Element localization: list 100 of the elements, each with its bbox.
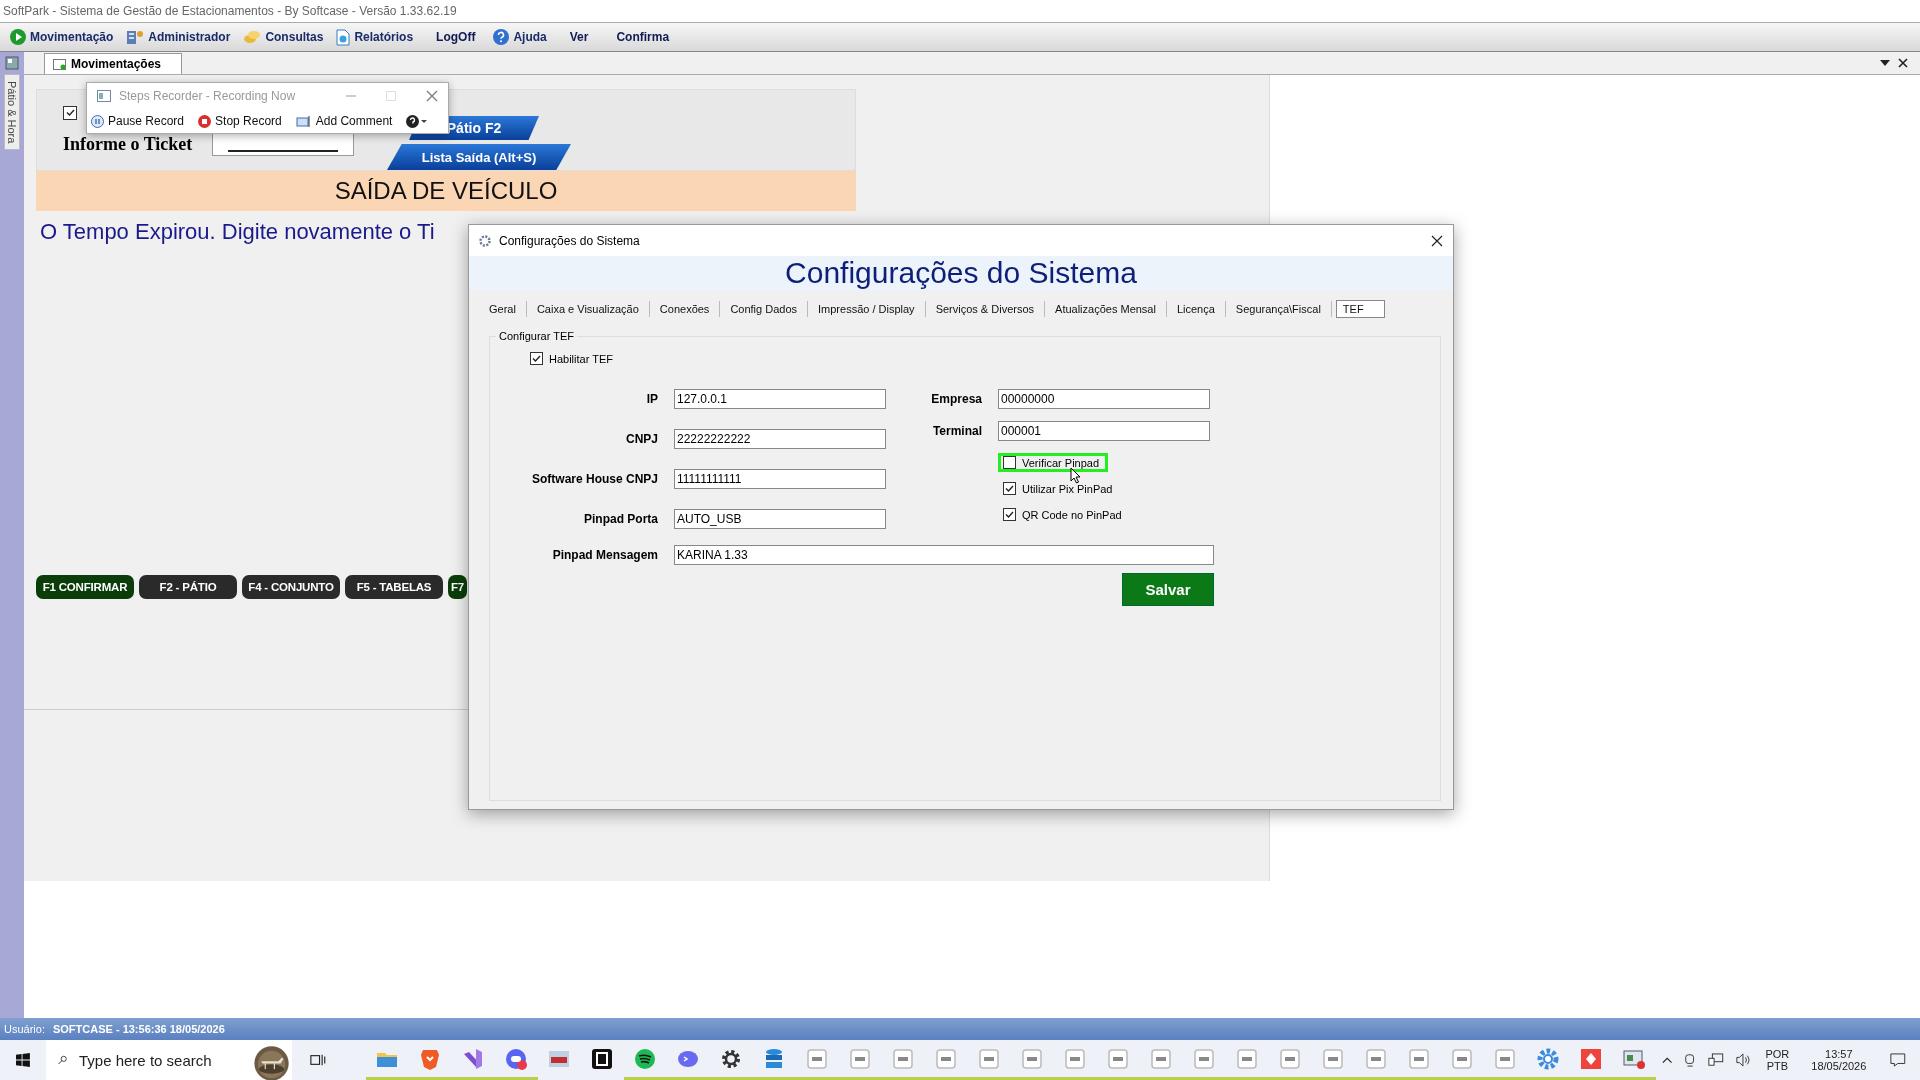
app-tile-icon [977,1046,1002,1071]
tab[interactable]: Atualizações Mensal [1045,301,1167,317]
grid-icon [5,56,19,70]
coins-icon [243,29,262,45]
text-field[interactable]: 00000000 [998,389,1210,409]
cursor-icon [1070,467,1081,484]
tab[interactable]: Segurança\Fiscal [1225,301,1332,317]
checkbox-label[interactable]: Utilizar Pix PinPad [1022,482,1113,495]
app-tile-icon [1149,1046,1174,1071]
function-key-button[interactable]: F1 CONFIRMAR [36,575,134,599]
recorder-button[interactable]: Add Comment [295,114,393,128]
field-label: CNPJ [625,432,658,446]
checkbox[interactable] [1003,508,1016,521]
exit-list-button[interactable]: Lista Saída (Alt+S) [387,144,571,170]
user-label: Usuário: [4,1023,45,1035]
search-box[interactable]: Type here to search [45,1040,293,1080]
ticket-label: Informe o Ticket [63,133,193,155]
window-title: SoftPark - Sistema de Gestão de Estacionamentos - By Softcase - Versão 1.33.62.19 [3,4,457,18]
function-key-button[interactable]: F4 - CONJUNTO [242,575,340,599]
text-field[interactable]: KARINA 1.33 [674,545,1214,565]
app-tile-icon [1364,1046,1389,1071]
user-info: SOFTCASE - 13:56:36 18/05/2026 [52,1023,225,1035]
start-icon[interactable] [16,1052,30,1068]
checkbox-label[interactable]: Verificar Pinpad [1022,456,1100,469]
task-view-icon[interactable] [310,1052,326,1068]
menu-item[interactable]: LogOff [426,28,490,46]
help-icon[interactable] [406,114,429,128]
recorder-button[interactable]: Pause Record [91,114,185,128]
group-title: Configurar TEF [498,330,575,342]
banner: SAÍDA DE VEÍCULO [36,171,856,211]
tab[interactable]: Impressão / Display [808,301,926,317]
tab[interactable]: Geral [489,301,527,317]
checkbox-label[interactable]: QR Code no PinPad [1022,508,1122,521]
tab[interactable]: Serviços & Diversos [925,301,1046,317]
menu-item[interactable]: Relatórios [336,26,423,48]
text-field[interactable]: 22222222222 [674,429,886,449]
text-field[interactable]: 000001 [998,421,1210,441]
app-tile-icon [1106,1046,1131,1071]
close-icon[interactable] [1431,234,1443,247]
function-key-button[interactable]: F5 - TABELAS [345,575,443,599]
speaker-icon[interactable] [1735,1052,1752,1068]
tab[interactable]: TEF [1335,300,1385,318]
text-field[interactable]: AUTO_USB [674,509,886,529]
square-icon [590,1046,615,1071]
checkbox[interactable] [1003,456,1016,469]
dialog-heading: Configurações do Sistema [785,256,1137,290]
app-tile-icon [848,1046,873,1071]
menu-item[interactable]: Movimentação [10,27,123,47]
menu-item[interactable]: Ajuda [493,27,556,47]
field-label: IP [645,392,658,406]
app-tile-icon [1321,1046,1346,1071]
function-key-button[interactable]: F2 - PÁTIO [139,575,237,599]
ticket-field[interactable] [212,132,355,156]
field-label: Empresa [930,392,982,406]
recorder-button[interactable]: Stop Record [198,114,282,128]
document-icon [336,28,351,46]
close-icon[interactable] [1898,58,1908,68]
document-tab[interactable]: Movimentações [44,53,183,74]
side-tab[interactable]: Pátio & Hora [4,74,20,151]
app-tile-icon [1493,1046,1518,1071]
network-icon[interactable] [1708,1052,1724,1068]
function-key-button[interactable]: F7 [448,575,468,599]
menu-item[interactable]: Confirma [606,28,684,46]
window-icon [53,58,66,70]
server-icon [126,29,145,45]
field-label: Software House CNPJ [530,472,658,486]
checkbox[interactable] [1003,482,1016,495]
tab[interactable]: Config Dados [720,301,809,317]
dropdown-icon[interactable] [1880,60,1890,66]
music-icon [633,1046,658,1071]
checkbox[interactable] [530,352,543,365]
menu-item[interactable]: Administrador [126,27,240,47]
app-tile-icon [1020,1046,1045,1071]
app-tile-icon [1192,1046,1217,1071]
chevron-up-icon[interactable] [1661,1056,1673,1064]
clock[interactable]: 13:57 18/05/2026 [1811,1048,1867,1072]
menu-item[interactable]: Consultas [243,27,333,47]
tab[interactable]: Conexões [649,301,721,317]
camera-icon[interactable] [1684,1052,1697,1068]
app-tile-icon [1407,1046,1432,1071]
field-label: Terminal [931,424,982,438]
message-text: O Tempo Expirou. Digite novamente o Ti [40,219,435,245]
app-tile-icon [1063,1046,1088,1071]
notification-icon[interactable] [1890,1052,1906,1068]
stop-icon [198,114,212,128]
save-button[interactable]: Salvar [1122,573,1214,606]
app-tile-icon [1450,1046,1475,1071]
app-tile-icon [805,1046,830,1071]
checkbox-label[interactable]: Habilitar TEF [549,352,613,365]
play-icon [10,29,26,45]
menu-item[interactable]: Ver [559,28,603,46]
checkbox[interactable] [63,105,77,120]
app-tile-icon [1278,1046,1303,1071]
text-field[interactable]: 127.0.0.1 [674,389,886,409]
language-indicator[interactable]: POR PTB [1765,1048,1790,1072]
tab[interactable]: Caixa e Visualização [526,301,650,317]
search-field[interactable]: Type here to search [77,1050,241,1070]
tab[interactable]: Licença [1166,301,1226,317]
text-field[interactable]: 11111111111 [674,469,886,489]
window-icon [97,90,111,102]
